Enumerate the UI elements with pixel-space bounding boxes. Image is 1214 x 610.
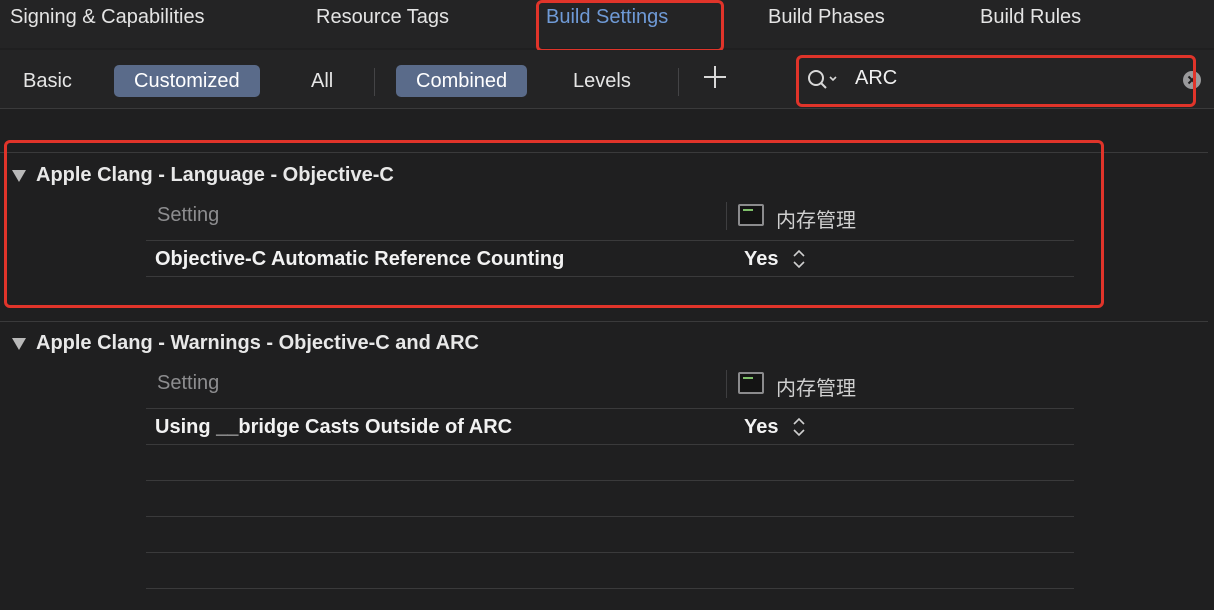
section-divider <box>0 321 1208 322</box>
setting-value[interactable]: Yes <box>744 248 778 271</box>
setting-name[interactable]: Objective-C Automatic Reference Counting <box>155 248 564 271</box>
row-divider <box>146 276 1074 277</box>
column-divider <box>726 370 727 398</box>
chevron-up-down-icon[interactable] <box>792 248 806 270</box>
tab-resource-tags[interactable]: Resource Tags <box>316 6 449 29</box>
tab-signing-capabilities[interactable]: Signing & Capabilities <box>10 6 205 29</box>
divider <box>374 68 375 96</box>
setting-name[interactable]: Using __bridge Casts Outside of ARC <box>155 416 512 439</box>
column-header-target: 内存管理 <box>776 378 856 400</box>
editor-tab-bar: Signing & Capabilities Resource Tags Bui… <box>0 0 1214 48</box>
filter-customized-button[interactable]: Customized <box>114 65 260 97</box>
filter-all-button[interactable]: All <box>291 65 353 97</box>
row-divider <box>146 444 1074 445</box>
divider <box>678 68 679 96</box>
target-icon <box>738 204 764 226</box>
setting-value[interactable]: Yes <box>744 416 778 439</box>
view-levels-button[interactable]: Levels <box>553 65 651 97</box>
column-divider <box>726 202 727 230</box>
column-header-target: 内存管理 <box>776 210 856 232</box>
add-setting-plus-icon[interactable] <box>700 62 730 92</box>
row-divider <box>146 408 1074 409</box>
target-icon <box>738 372 764 394</box>
tab-build-rules[interactable]: Build Rules <box>980 6 1081 29</box>
view-combined-button[interactable]: Combined <box>396 65 528 97</box>
filter-basic-button[interactable]: Basic <box>3 65 92 97</box>
tab-build-settings[interactable]: Build Settings <box>546 6 668 29</box>
disclosure-triangle-icon[interactable] <box>12 338 26 350</box>
section-title: Apple Clang - Warnings - Objective-C and… <box>36 332 479 354</box>
disclosure-triangle-icon[interactable] <box>12 170 26 182</box>
row-divider <box>146 240 1074 241</box>
search-input[interactable]: ARC <box>855 67 897 90</box>
row-divider <box>146 552 1074 553</box>
section-title: Apple Clang - Language - Objective-C <box>36 164 394 186</box>
column-header-setting: Setting <box>157 372 220 394</box>
row-divider <box>146 480 1074 481</box>
row-divider <box>146 516 1074 517</box>
row-divider <box>146 588 1074 589</box>
chevron-up-down-icon[interactable] <box>792 416 806 438</box>
tab-build-phases[interactable]: Build Phases <box>768 6 885 29</box>
search-field[interactable]: ARC <box>800 58 1208 102</box>
search-icon[interactable] <box>806 68 840 92</box>
column-header-setting: Setting <box>157 204 220 226</box>
clear-search-icon[interactable] <box>1182 70 1202 90</box>
section-divider <box>0 152 1208 153</box>
